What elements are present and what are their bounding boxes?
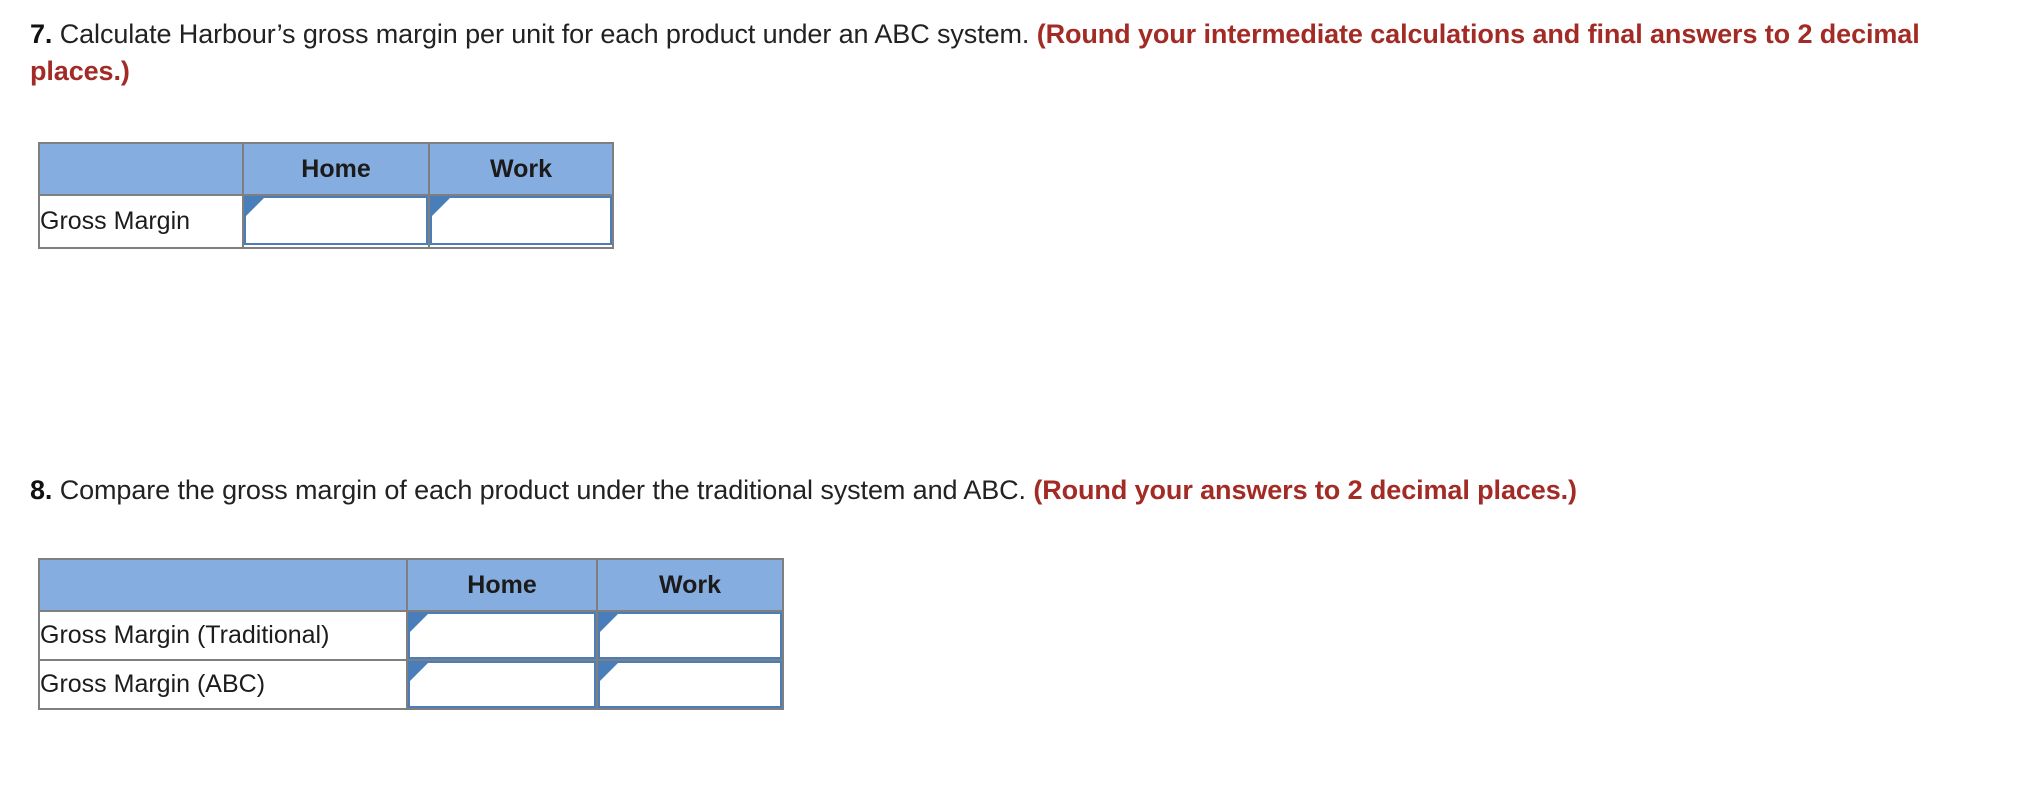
answer-input-abc-work[interactable] (598, 661, 782, 708)
table-q7-cell-gross-margin-work[interactable] (428, 194, 614, 249)
answer-input-traditional-home[interactable] (408, 612, 596, 659)
question-7-prompt: 7. Calculate Harbour’s gross margin per … (30, 16, 1930, 90)
table-q8-cell-abc-home[interactable] (406, 659, 598, 710)
table-q7-cell-gross-margin-home[interactable] (242, 194, 430, 249)
table-row: Gross Margin (38, 194, 614, 249)
table-q8-column-header-home: Home (406, 558, 598, 612)
table-q7-column-header-work: Work (428, 142, 614, 196)
table-row: Gross Margin (ABC) (38, 659, 784, 710)
table-q8-column-header-work: Work (596, 558, 784, 612)
table-q7-corner-header (38, 142, 244, 196)
table-q8-header-row: Home Work (38, 558, 784, 612)
table-q8-cell-abc-work[interactable] (596, 659, 784, 710)
question-7-number: 7. (30, 19, 53, 49)
table-q7-header: Home Work (38, 142, 614, 196)
table-q7-row-label-gross-margin: Gross Margin (38, 194, 244, 249)
gross-margin-comparison-table: Home Work Gross Margin (Traditional) Gro… (38, 558, 784, 710)
table-q8-header: Home Work (38, 558, 784, 612)
question-8-prompt: 8. Compare the gross margin of each prod… (30, 472, 1930, 509)
table-q8-cell-traditional-home[interactable] (406, 610, 598, 661)
question-8-rounding-note: (Round your answers to 2 decimal places.… (1033, 475, 1577, 505)
table-row: Gross Margin (Traditional) (38, 610, 784, 661)
question-7-text: Calculate Harbour’s gross margin per uni… (52, 19, 1037, 49)
table-q8-row-label-traditional: Gross Margin (Traditional) (38, 610, 408, 661)
answer-input-traditional-work[interactable] (598, 612, 782, 659)
table-q7-body: Gross Margin (38, 194, 614, 249)
table-q8-body: Gross Margin (Traditional) Gross Margin … (38, 610, 784, 710)
table-q8-row-label-abc: Gross Margin (ABC) (38, 659, 408, 710)
table-q8-cell-traditional-work[interactable] (596, 610, 784, 661)
table-q7-header-row: Home Work (38, 142, 614, 196)
table-q8-corner-header (38, 558, 408, 612)
answer-input-gross-margin-work[interactable] (430, 196, 612, 245)
answer-input-abc-home[interactable] (408, 661, 596, 708)
question-8-number: 8. (30, 475, 53, 505)
answer-input-gross-margin-home[interactable] (244, 196, 428, 245)
gross-margin-abc-table: Home Work Gross Margin (38, 142, 614, 249)
table-q7-column-header-home: Home (242, 142, 430, 196)
question-8-text: Compare the gross margin of each product… (52, 475, 1034, 505)
